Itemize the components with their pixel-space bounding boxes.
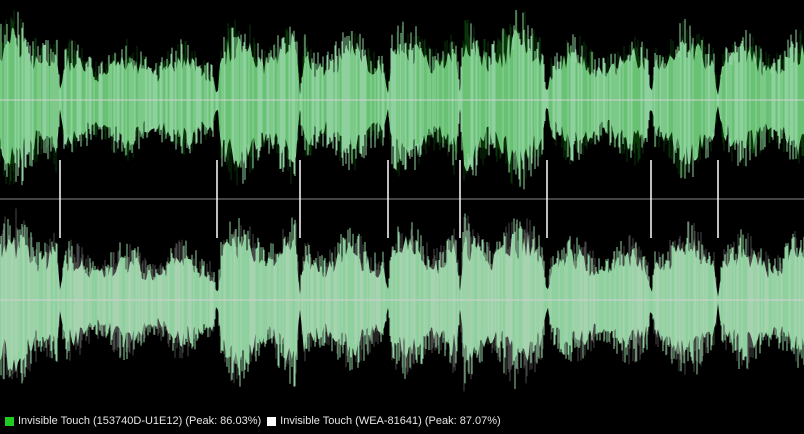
legend-item-track2: Invisible Touch (WEA-81641) (Peak: 87.07…: [267, 415, 501, 427]
legend-label-track2: Invisible Touch (WEA-81641) (Peak: 87.07…: [280, 415, 501, 427]
legend-label-track1: Invisible Touch (153740D-U1E12) (Peak: 8…: [18, 415, 262, 427]
waveform-canvas[interactable]: [0, 0, 804, 408]
legend-item-track1: Invisible Touch (153740D-U1E12) (Peak: 8…: [5, 415, 261, 427]
waveform-comparison-viewer: Invisible Touch (153740D-U1E12) (Peak: 8…: [0, 0, 804, 434]
track2-color-swatch: [267, 416, 277, 426]
track1-color-swatch: [5, 416, 14, 426]
legend: Invisible Touch (153740D-U1E12) (Peak: 8…: [0, 408, 804, 434]
